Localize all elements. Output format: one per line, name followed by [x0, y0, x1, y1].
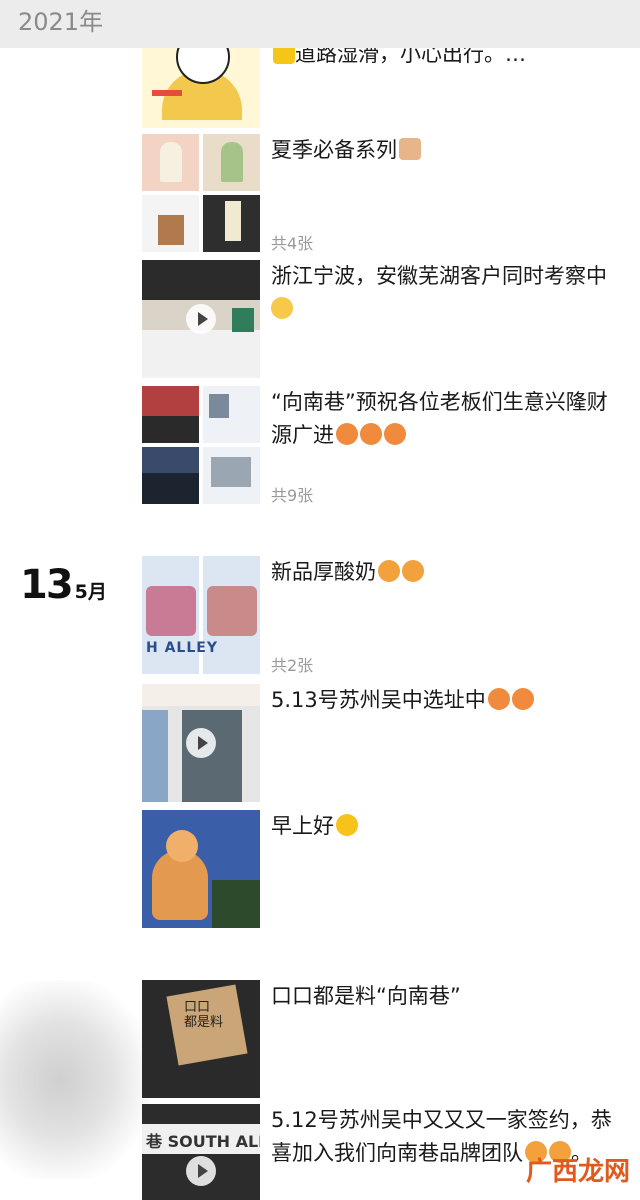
post-thumbnail-grid[interactable]	[142, 134, 260, 252]
post-thumbnail[interactable]: 口口 都是料	[142, 980, 260, 1098]
store-sign: 巷 SOUTH ALL	[146, 1132, 260, 1151]
day-number: 13	[20, 562, 74, 608]
post-text: 夏季必备系列	[271, 134, 621, 167]
post-video-thumbnail[interactable]	[142, 260, 260, 378]
fireworks-icon	[487, 688, 510, 710]
party-popper-icon	[402, 560, 424, 582]
fireworks-icon	[511, 688, 534, 710]
grin-face-icon	[271, 297, 293, 319]
year-header: 2021年	[0, 0, 640, 48]
date-label: 13 5月	[20, 562, 107, 608]
post-video-thumbnail[interactable]	[142, 684, 260, 802]
post-thumbnail-grid[interactable]	[142, 386, 260, 504]
post-video-thumbnail[interactable]: 巷 SOUTH ALL	[142, 1104, 260, 1200]
play-icon[interactable]	[186, 304, 216, 334]
fireworks-icon	[360, 423, 382, 445]
photo-count: 共4张	[271, 234, 314, 253]
post-text: 新品厚酸奶	[271, 556, 621, 589]
post-text: 浙江宁波，安徽芜湖客户同时考察中	[271, 260, 621, 326]
post-text: 5.13号苏州吴中选址中	[271, 684, 621, 717]
play-icon[interactable]	[186, 728, 216, 758]
post-text: “向南巷”预祝各位老板们生意兴隆财源广进	[271, 390, 608, 447]
play-icon[interactable]	[186, 1156, 216, 1186]
year-label: 2021年	[18, 8, 104, 36]
decorative-smudge	[0, 980, 150, 1180]
post-thumbnail[interactable]	[142, 810, 260, 928]
post-text: 早上好	[271, 810, 621, 843]
fireworks-icon	[384, 423, 406, 445]
party-popper-icon	[378, 560, 400, 582]
fireworks-icon	[336, 423, 358, 445]
post-thumbnail-grid[interactable]: H ALLEY	[142, 556, 260, 674]
watermark: 广西龙网	[525, 1157, 630, 1187]
pointing-hand-icon	[399, 138, 421, 160]
sun-icon	[336, 814, 358, 836]
photo-count: 共9张	[271, 486, 314, 505]
month-label: 5月	[74, 581, 107, 603]
post-text: 口口都是料“向南巷”	[271, 984, 461, 1008]
photo-count: 共2张	[271, 656, 314, 675]
box-logo: 口口 都是料	[184, 1000, 224, 1030]
product-label: H ALLEY	[146, 640, 218, 656]
